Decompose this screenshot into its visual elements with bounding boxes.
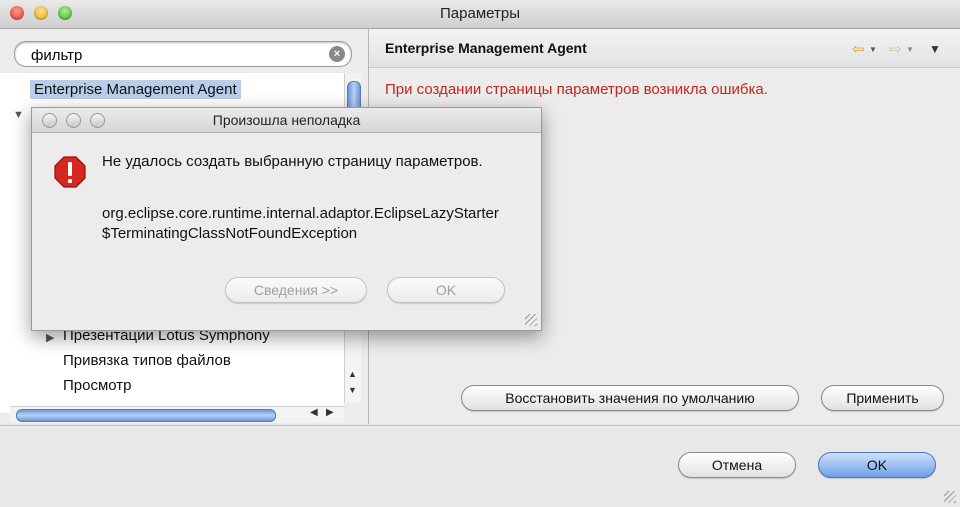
back-menu-chevron-icon[interactable]: ▼ bbox=[869, 45, 877, 54]
dialog-footer: Отмена OK bbox=[0, 425, 960, 507]
forward-arrow-icon[interactable]: ⇨ bbox=[889, 40, 902, 58]
view-menu-icon[interactable]: ▼ bbox=[929, 42, 941, 56]
details-button[interactable]: Сведения >> bbox=[225, 277, 367, 303]
restore-defaults-button[interactable]: Восстановить значения по умолчанию bbox=[461, 385, 799, 411]
error-dialog-title: Произошла неполадка bbox=[212, 112, 361, 128]
sidebar-horizontal-scrollbar[interactable]: ◀ ▶ bbox=[10, 406, 344, 423]
page-header: Enterprise Management Agent ⇦ ▼ ⇨ ▼ ▼ bbox=[369, 29, 960, 68]
scroll-down-arrow-icon[interactable]: ▼ bbox=[348, 385, 357, 395]
clear-filter-icon[interactable]: × bbox=[329, 46, 345, 62]
cancel-button[interactable]: Отмена bbox=[678, 452, 796, 478]
error-dialog-titlebar: Произошла неполадка bbox=[32, 108, 541, 133]
window-resize-grip-icon[interactable] bbox=[944, 491, 956, 503]
scroll-up-arrow-icon[interactable]: ▲ bbox=[348, 369, 357, 379]
window-title: Параметры bbox=[440, 5, 520, 22]
ok-button[interactable]: OK bbox=[818, 452, 936, 478]
page-title: Enterprise Management Agent bbox=[385, 40, 587, 56]
dialog-resize-grip-icon[interactable] bbox=[525, 314, 537, 326]
back-arrow-icon[interactable]: ⇦ bbox=[852, 40, 865, 58]
horizontal-scroll-thumb[interactable] bbox=[16, 409, 276, 422]
window-titlebar: Параметры bbox=[0, 0, 960, 29]
page-error-message: При создании страницы параметров возникл… bbox=[385, 81, 768, 98]
collapsed-triangle-icon[interactable]: ▶ bbox=[46, 331, 54, 344]
dialog-ok-button[interactable]: OK bbox=[387, 277, 505, 303]
forward-menu-chevron-icon[interactable]: ▼ bbox=[906, 45, 914, 54]
filter-input[interactable] bbox=[29, 44, 323, 66]
scroll-right-arrow-icon[interactable]: ▶ bbox=[326, 407, 334, 418]
error-stop-icon bbox=[54, 156, 86, 188]
scroll-left-arrow-icon[interactable]: ◀ bbox=[310, 407, 318, 418]
apply-button[interactable]: Применить bbox=[821, 385, 944, 411]
error-dialog-exception: org.eclipse.core.runtime.internal.adapto… bbox=[102, 205, 499, 242]
filter-field[interactable]: × bbox=[14, 41, 352, 67]
tree-item-file-type-associations[interactable]: Привязка типов файлов bbox=[63, 352, 231, 369]
tree-item-enterprise-management-agent[interactable]: Enterprise Management Agent bbox=[30, 80, 241, 99]
tree-item-view[interactable]: Просмотр bbox=[63, 377, 132, 394]
preferences-window: Параметры × Enterprise Management Agent … bbox=[0, 0, 960, 507]
error-dialog: Произошла неполадка Не удалось создать в… bbox=[31, 107, 542, 331]
error-dialog-message: Не удалось создать выбранную страницу па… bbox=[102, 153, 483, 170]
expanded-triangle-icon[interactable]: ▼ bbox=[13, 109, 24, 121]
